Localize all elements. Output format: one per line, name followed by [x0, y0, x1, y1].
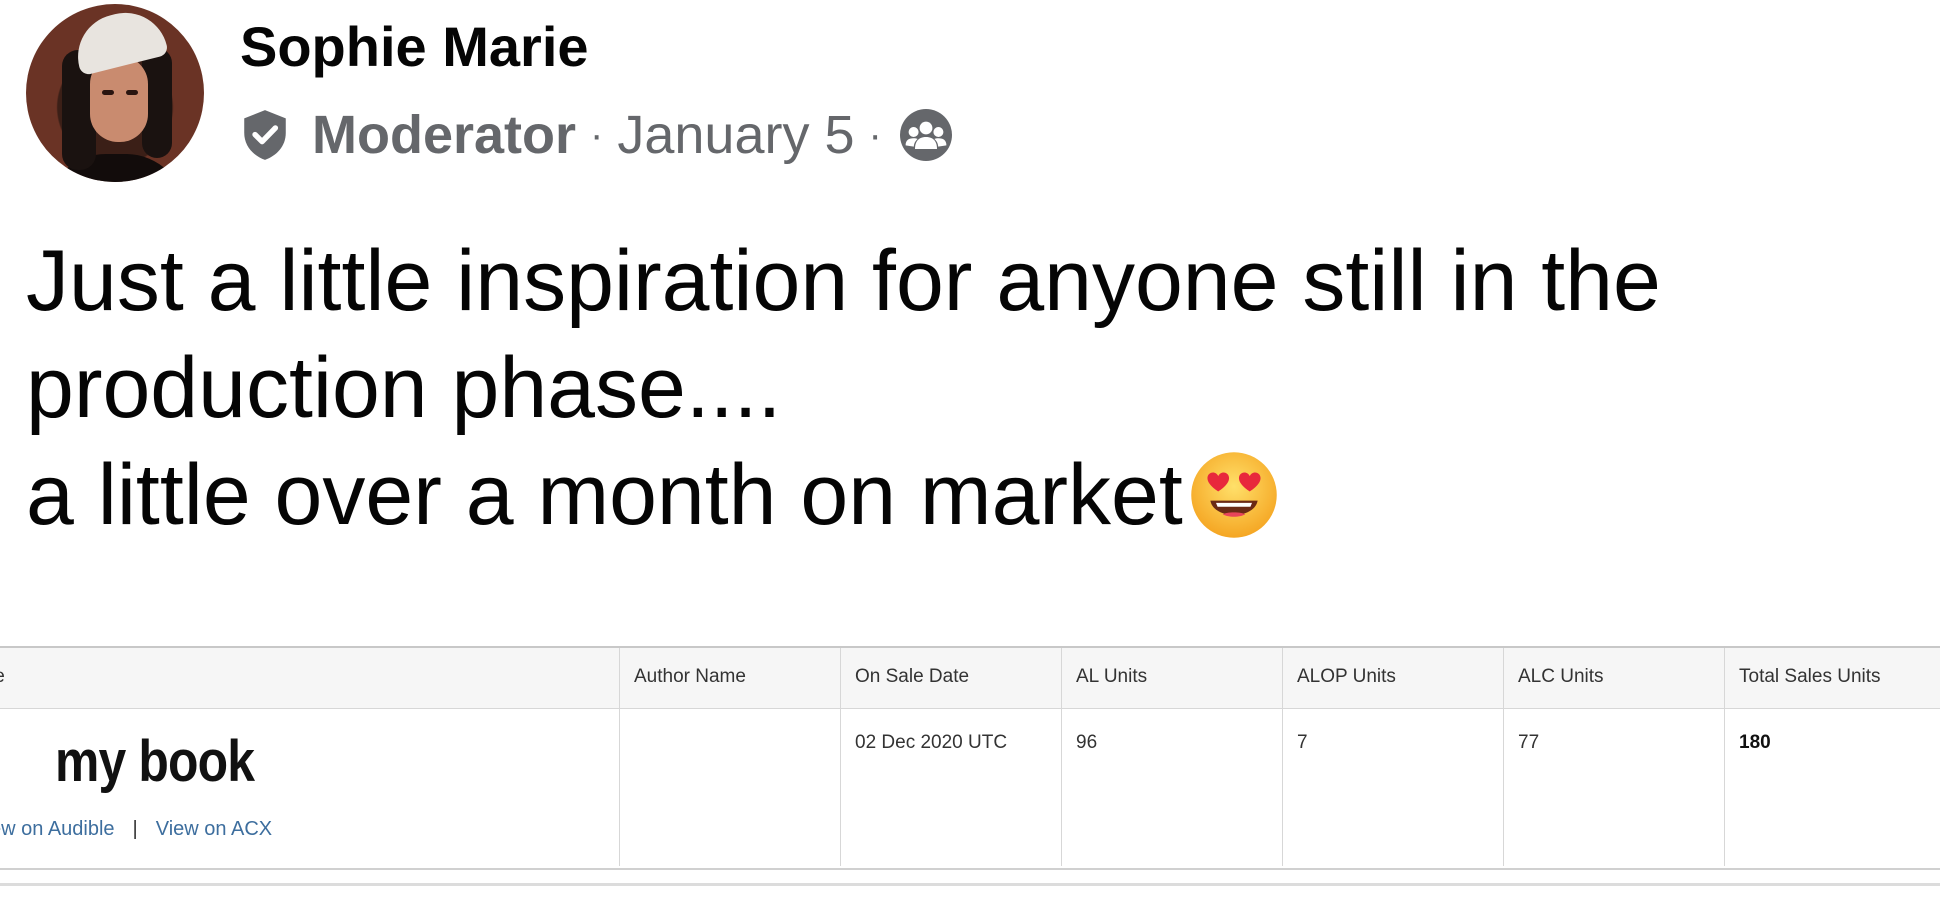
post-text: Just a little inspiration for anyone sti…: [26, 228, 1926, 549]
shield-check-icon: [244, 110, 286, 160]
view-on-audible-link[interactable]: ew on Audible: [0, 818, 115, 840]
post-date[interactable]: January 5: [617, 104, 854, 166]
header-author-name[interactable]: Author Name: [634, 666, 746, 688]
cell-al-units: 96: [1076, 732, 1098, 753]
meta-separator: ·: [868, 112, 882, 157]
header-total-sales-units[interactable]: Total Sales Units: [1739, 666, 1881, 688]
header-title[interactable]: le: [0, 666, 5, 688]
header-al-units[interactable]: AL Units: [1076, 666, 1147, 688]
table-header-row: [0, 648, 1940, 709]
cell-on-sale-date: 02 Dec 2020 UTC: [855, 732, 1008, 753]
header-alop-units[interactable]: ALOP Units: [1297, 666, 1396, 688]
meta-separator: ·: [590, 112, 604, 157]
link-separator: |: [132, 818, 138, 840]
group-icon[interactable]: [898, 107, 954, 163]
cell-alc-units: 77: [1518, 732, 1540, 753]
heart-eyes-emoji: [1191, 452, 1277, 538]
post-text-line: Just a little inspiration for anyone sti…: [26, 233, 1661, 329]
cell-total-sales-units: 180: [1739, 732, 1771, 753]
header-alc-units[interactable]: ALC Units: [1518, 666, 1604, 688]
post-text-line: a little over a month on market: [26, 447, 1183, 543]
cell-alop-units: 7: [1297, 732, 1308, 753]
avatar[interactable]: [26, 4, 204, 182]
post-text-line-emoji: a little over a month on market: [26, 442, 1926, 549]
book-title: my book: [55, 729, 255, 794]
sales-table: le Author Name On Sale Date AL Units ALO…: [0, 646, 1940, 886]
header-on-sale-date[interactable]: On Sale Date: [855, 666, 969, 688]
book-links: ew on Audible | View on ACX: [0, 818, 272, 841]
moderator-label[interactable]: Moderator: [312, 104, 576, 166]
post-meta: Moderator · January 5 ·: [240, 100, 954, 170]
author-name[interactable]: Sophie Marie: [240, 12, 589, 82]
view-on-acx-link[interactable]: View on ACX: [156, 818, 272, 840]
post-text-line: production phase....: [26, 340, 782, 436]
